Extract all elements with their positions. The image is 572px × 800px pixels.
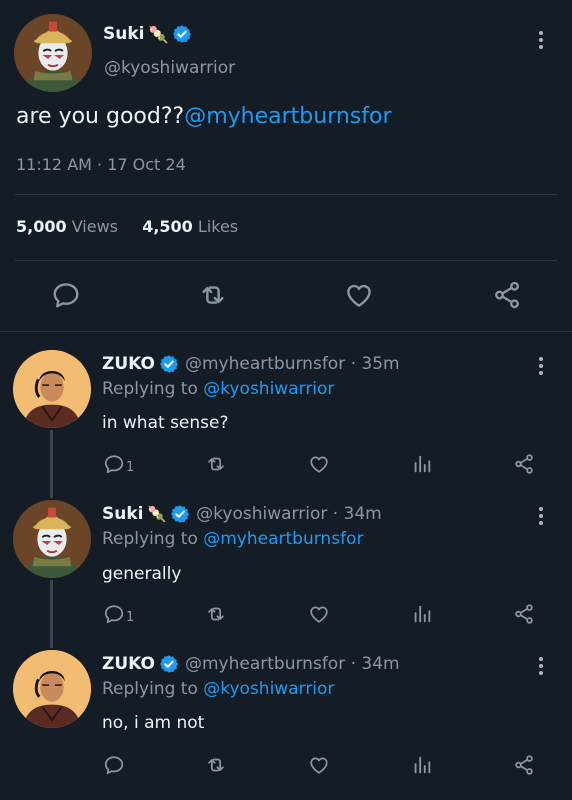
reply-icon bbox=[103, 603, 125, 625]
reply-meta[interactable]: @kyoshiwarrior · 34m bbox=[196, 504, 382, 524]
reply-icon[interactable] bbox=[51, 280, 81, 310]
like-icon[interactable] bbox=[344, 280, 374, 310]
reply-author-name[interactable]: ZUKO bbox=[102, 354, 155, 374]
like-icon[interactable] bbox=[308, 754, 330, 776]
reply-header: Suki 🍡 @kyoshiwarrior · 34m bbox=[102, 504, 382, 524]
reply-icon bbox=[103, 453, 125, 475]
more-icon[interactable] bbox=[538, 657, 544, 678]
retweet-icon[interactable] bbox=[204, 754, 228, 776]
reply-actions: 1 bbox=[0, 453, 572, 477]
reply-icon bbox=[103, 754, 125, 776]
reply-text: generally bbox=[102, 564, 182, 584]
divider bbox=[15, 260, 557, 261]
divider bbox=[0, 331, 572, 332]
tweet-text-body: are you good?? bbox=[16, 104, 185, 129]
replying-to: Replying to @myheartburnsfor bbox=[102, 529, 363, 549]
analytics-icon[interactable] bbox=[411, 754, 433, 776]
divider bbox=[15, 194, 557, 195]
retweet-icon[interactable] bbox=[204, 603, 228, 625]
replying-to-label: Replying to bbox=[102, 379, 198, 399]
verified-badge-icon bbox=[159, 354, 179, 374]
replying-to-handle[interactable]: @myheartburnsfor bbox=[203, 529, 363, 549]
reply-header: ZUKO @myheartburnsfor · 34m bbox=[102, 654, 400, 674]
more-icon[interactable] bbox=[538, 31, 544, 52]
tweet-actions bbox=[0, 280, 572, 312]
reply-text: no, i am not bbox=[102, 713, 205, 733]
share-icon[interactable] bbox=[513, 603, 535, 625]
tweet-timestamp[interactable]: 11:12 AM · 17 Oct 24 bbox=[16, 155, 186, 174]
tweet-text: are you good??@myheartburnsfor bbox=[16, 104, 392, 129]
reply-author-name[interactable]: Suki bbox=[102, 504, 143, 524]
avatar[interactable] bbox=[13, 350, 91, 428]
author-handle[interactable]: @kyoshiwarrior bbox=[104, 58, 235, 78]
reply-count: 1 bbox=[126, 459, 135, 475]
avatar[interactable] bbox=[13, 500, 91, 578]
replying-to: Replying to @kyoshiwarrior bbox=[102, 679, 334, 699]
replying-to-label: Replying to bbox=[102, 679, 198, 699]
reply-button[interactable]: 1 bbox=[103, 603, 134, 625]
views-label: Views bbox=[71, 217, 119, 236]
author-display-name: Suki bbox=[103, 24, 145, 44]
analytics-icon[interactable] bbox=[411, 453, 433, 475]
reply-meta[interactable]: @myheartburnsfor · 34m bbox=[185, 654, 400, 674]
reply-text: in what sense? bbox=[102, 413, 229, 433]
share-icon[interactable] bbox=[513, 453, 535, 475]
dango-emoji: 🍡 bbox=[147, 505, 167, 523]
tweet-stats: 5,000 Views 4,500 Likes bbox=[16, 217, 238, 236]
avatar[interactable] bbox=[13, 650, 91, 728]
replying-to-handle[interactable]: @kyoshiwarrior bbox=[203, 679, 334, 699]
share-icon[interactable] bbox=[492, 280, 522, 310]
reply-header: ZUKO @myheartburnsfor · 35m bbox=[102, 354, 400, 374]
reply-actions bbox=[0, 754, 572, 778]
more-icon[interactable] bbox=[538, 507, 544, 528]
more-icon[interactable] bbox=[538, 357, 544, 378]
replying-to-label: Replying to bbox=[102, 529, 198, 549]
reply-meta[interactable]: @myheartburnsfor · 35m bbox=[185, 354, 400, 374]
reply-button[interactable]: 1 bbox=[103, 453, 134, 475]
like-icon[interactable] bbox=[308, 603, 330, 625]
like-icon[interactable] bbox=[308, 453, 330, 475]
dango-emoji: 🍡 bbox=[148, 24, 169, 44]
views-count[interactable]: 5,000 bbox=[16, 217, 67, 236]
verified-badge-icon bbox=[170, 504, 190, 524]
verified-badge-icon bbox=[172, 24, 192, 44]
reply-actions: 1 bbox=[0, 603, 572, 627]
author-name[interactable]: Suki 🍡 bbox=[103, 24, 192, 44]
avatar[interactable] bbox=[14, 14, 92, 92]
share-icon[interactable] bbox=[513, 754, 535, 776]
replying-to: Replying to @kyoshiwarrior bbox=[102, 379, 334, 399]
verified-badge-icon bbox=[159, 654, 179, 674]
likes-label: Likes bbox=[197, 217, 239, 236]
replying-to-handle[interactable]: @kyoshiwarrior bbox=[203, 379, 334, 399]
reply-button[interactable] bbox=[103, 754, 126, 776]
retweet-icon[interactable] bbox=[204, 453, 228, 475]
reply-count: 1 bbox=[126, 609, 135, 625]
mention-link[interactable]: @myheartburnsfor bbox=[184, 104, 391, 129]
reply-author-name[interactable]: ZUKO bbox=[102, 654, 155, 674]
analytics-icon[interactable] bbox=[411, 603, 433, 625]
retweet-icon[interactable] bbox=[197, 280, 229, 310]
likes-count[interactable]: 4,500 bbox=[142, 217, 193, 236]
